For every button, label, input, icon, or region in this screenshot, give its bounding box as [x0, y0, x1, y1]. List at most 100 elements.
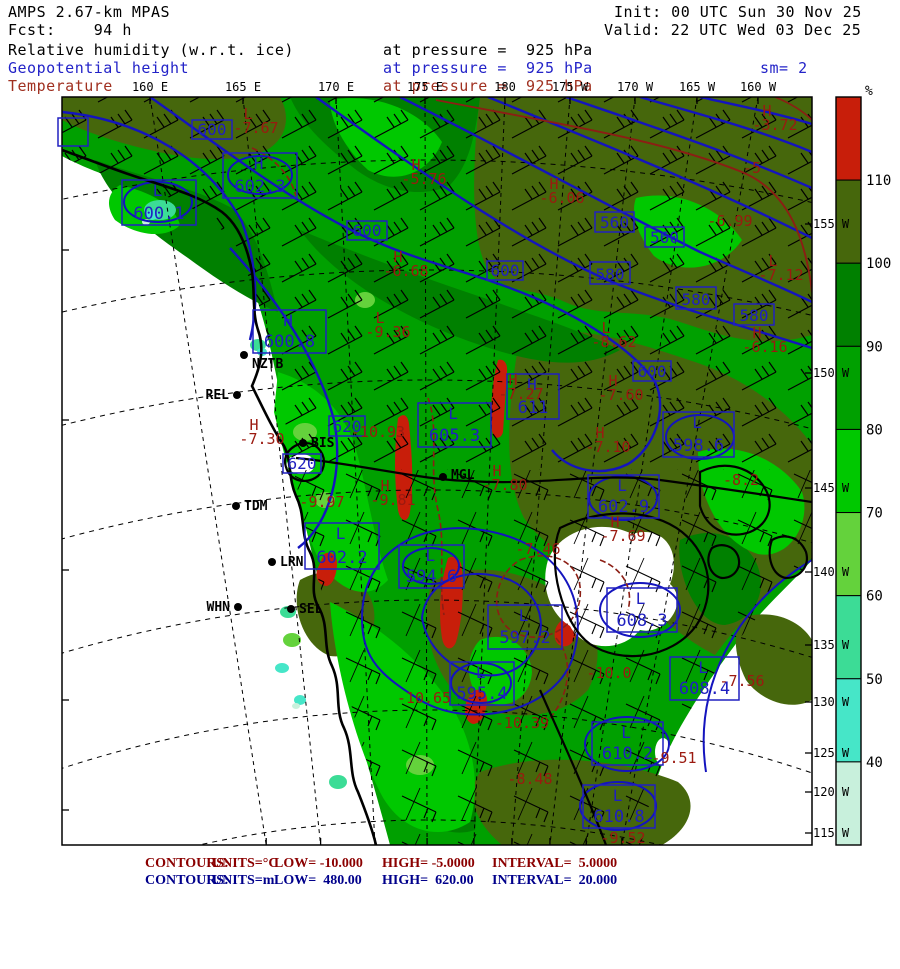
height-value: 600	[353, 221, 382, 240]
height-label-box: 600	[192, 120, 232, 139]
station-dot	[240, 351, 248, 359]
legend-high: HIGH= 620.00	[382, 873, 474, 889]
height-value: 560	[650, 228, 679, 247]
height-value: 560	[600, 213, 629, 232]
height-value: 600	[491, 261, 520, 280]
temp-value: -5.76	[401, 170, 446, 188]
height-value: 602.2	[316, 548, 367, 568]
height-value: 580	[596, 265, 625, 284]
lon-label-right: 150 W	[813, 366, 850, 380]
height-value: 580	[740, 306, 769, 325]
lon-label-top: 160 E	[132, 80, 168, 94]
legend-units: UNITS=°C	[212, 856, 278, 872]
temp-contour-legend: CONTOURS: UNITS=°C LOW= -10.000 HIGH= -5…	[0, 856, 900, 872]
lon-label-right: 115 W	[813, 826, 850, 840]
lon-label-top: 170 E	[318, 80, 354, 94]
hl-letter: L	[519, 606, 529, 625]
temp-value: -9.52	[600, 829, 645, 847]
height-value: 610.8	[593, 807, 644, 827]
height-value: 602.9	[598, 497, 649, 517]
legend-low: LOW= -10.000	[274, 856, 363, 872]
height-label-box: 600	[487, 261, 523, 280]
height-value: 580	[682, 290, 711, 309]
height-label-box: 600	[633, 361, 671, 381]
lon-label-top: 160 W	[740, 80, 777, 94]
colorbar-segment	[836, 513, 861, 596]
hl-letter: L	[617, 476, 627, 495]
temp-extremum-label: -9.52	[600, 829, 645, 847]
station-dot	[287, 605, 295, 613]
height-label-box: 620	[283, 454, 321, 473]
hl-letter: L	[692, 413, 702, 432]
lon-label-top: 175 E	[407, 80, 443, 94]
lon-label-top: 175 W	[552, 80, 589, 94]
station-label: BIS	[311, 436, 335, 451]
temp-value: -3.72	[752, 116, 797, 134]
colorbar-segment	[836, 263, 861, 346]
temp-value: -10.0	[586, 664, 631, 682]
temp-extremum-label: -10.65	[397, 689, 451, 707]
colorbar-tick-label: 100	[866, 256, 891, 272]
temp-value: -9.81	[370, 491, 415, 509]
station-label: MGL	[451, 468, 475, 483]
lon-label-right: 130 W	[813, 695, 850, 709]
hl-letter: L	[336, 524, 346, 543]
hl-letter: L	[636, 589, 646, 608]
lon-label-right: 125 W	[813, 746, 850, 760]
colorbar-tick-label: 110	[866, 173, 891, 189]
height-label-box: 580	[676, 287, 716, 309]
temp-value: -7.27	[498, 385, 543, 403]
temp-extremum-label: -8.2	[723, 471, 759, 489]
temp-extremum-label: -10.0	[586, 664, 631, 682]
temp-value: -7.56	[719, 672, 764, 690]
temp-value: -7.46	[515, 540, 560, 558]
temp-value: -9.36	[365, 323, 410, 341]
temp-extremum-label: -9.51	[651, 749, 696, 767]
hl-letter: L	[698, 658, 708, 677]
temp-value: -6.06	[539, 189, 584, 207]
temp-value: -10.65	[397, 689, 451, 707]
station-label: NZTB	[252, 357, 283, 372]
temp-value: -9.51	[651, 749, 696, 767]
temp-value: -8.62	[591, 333, 636, 351]
lon-label-right: 155 W	[813, 217, 850, 231]
height-value: 594.6	[406, 567, 457, 587]
height-label-box: 600	[347, 221, 387, 240]
station-dot	[299, 439, 307, 447]
station-dot	[232, 502, 240, 510]
hl-letter: L	[621, 723, 631, 742]
station-dot	[233, 391, 241, 399]
temp-value: -6.99	[707, 212, 752, 230]
temp-extremum-label: -9.97	[299, 493, 344, 511]
station-dot	[234, 603, 242, 611]
height-value: 620	[288, 454, 317, 473]
temp-value: -10.93	[351, 423, 405, 441]
colorbar-segment	[836, 429, 861, 512]
legend-interval: INTERVAL= 20.000	[492, 873, 617, 889]
colorbar-unit: %	[865, 84, 873, 99]
legend-high: HIGH= -5.0000	[382, 856, 475, 872]
temp-value: -7.12	[758, 266, 803, 284]
lon-label-top: 165 W	[679, 80, 716, 94]
longitude-labels-top: 160 E165 E170 E175 E180175 W170 W165 W16…	[132, 80, 777, 94]
temp-value: -7.69	[600, 527, 645, 545]
height-contour-legend: CONTOURS: UNITS=m LOW= 480.00 HIGH= 620.…	[0, 873, 900, 889]
height-value: 610.2	[602, 744, 653, 764]
colorbar-tick-label: 60	[866, 589, 883, 605]
temp-value: -6.68	[383, 262, 428, 280]
temp-value: -10.39	[495, 714, 549, 732]
station-label: REL	[206, 388, 230, 403]
temp-value: -8.48	[507, 770, 552, 788]
temp-value: -7.10	[585, 438, 630, 456]
hl-letter: L	[613, 786, 623, 805]
amps-forecast-plot: { "header": { "model": "AMPS 2.67-km MPA…	[0, 0, 900, 900]
colorbar-segment	[836, 97, 861, 180]
temp-value: -7.67	[233, 119, 278, 137]
station-label: TDM	[244, 499, 268, 514]
lon-label-right: 135 W	[813, 638, 850, 652]
lon-label-right: 120 W	[813, 785, 850, 799]
lon-label-right: 140 W	[813, 565, 850, 579]
colorbar: %110100908070605040	[836, 84, 891, 845]
hl-letter: H	[283, 311, 293, 330]
height-value: 602.3	[234, 177, 285, 197]
